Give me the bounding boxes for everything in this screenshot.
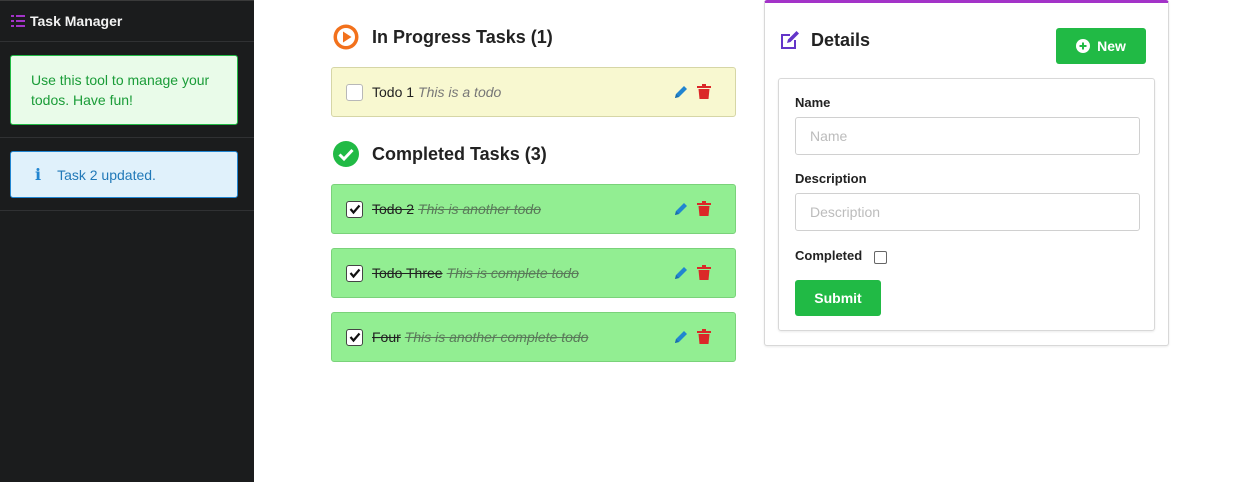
check-circle-icon	[333, 141, 359, 167]
new-button[interactable]: New	[1056, 28, 1146, 64]
notification-section: i Task 2 updated.	[0, 138, 254, 211]
completed-heading: Completed Tasks (3)	[333, 141, 547, 167]
name-input[interactable]	[795, 117, 1140, 155]
new-button-label: New	[1097, 38, 1126, 54]
completed-label: Completed	[795, 248, 863, 263]
task-checkbox-checked[interactable]	[346, 200, 363, 218]
trash-icon[interactable]	[697, 84, 711, 99]
welcome-message: Use this tool to manage your todos. Have…	[10, 55, 238, 125]
task-name: Todo 2	[372, 201, 415, 217]
task-checkbox-checked[interactable]	[346, 264, 363, 282]
notification-message: i Task 2 updated.	[10, 151, 238, 198]
details-title: Details	[811, 29, 871, 50]
info-icon: i	[35, 165, 42, 184]
task-description: This is another todo	[418, 201, 542, 217]
pencil-icon[interactable]	[674, 329, 688, 344]
description-label: Description	[795, 171, 867, 186]
task-form: Name Description Completed Submit	[778, 78, 1155, 331]
pencil-icon[interactable]	[674, 201, 688, 216]
trash-icon[interactable]	[697, 201, 711, 216]
checkmark-icon	[349, 332, 360, 343]
app-title: Task Manager	[30, 13, 123, 29]
in-progress-heading: In Progress Tasks (1)	[333, 24, 553, 50]
task-checkbox-checked[interactable]	[346, 328, 363, 346]
task-description: This is a todo	[418, 84, 502, 100]
trash-icon[interactable]	[697, 329, 711, 344]
task-list-icon	[11, 15, 25, 27]
task-description: This is another complete todo	[404, 329, 589, 345]
completed-title: Completed Tasks (3)	[372, 143, 547, 164]
welcome-section: Use this tool to manage your todos. Have…	[0, 42, 254, 138]
task-item[interactable]: Four This is another complete todo	[331, 312, 736, 362]
task-item[interactable]: Todo 2 This is another todo	[331, 184, 736, 234]
play-circle-icon	[333, 24, 359, 50]
checkmark-icon	[349, 268, 360, 279]
checkmark-icon	[349, 204, 360, 215]
completed-checkbox[interactable]	[874, 251, 887, 264]
notification-text: Task 2 updated.	[57, 166, 156, 183]
task-name: Four	[372, 329, 401, 345]
in-progress-title: In Progress Tasks (1)	[372, 26, 553, 47]
edit-icon	[781, 31, 799, 49]
name-label: Name	[795, 95, 831, 110]
task-name: Todo 1	[372, 84, 415, 100]
details-heading: Details	[779, 29, 870, 51]
submit-button[interactable]: Submit	[795, 280, 881, 316]
sidebar: Task Manager Use this tool to manage you…	[0, 0, 254, 482]
task-item[interactable]: Todo Three This is complete todo	[331, 248, 736, 298]
task-description: This is complete todo	[446, 265, 579, 281]
task-name: Todo Three	[372, 265, 443, 281]
plus-circle-icon	[1076, 39, 1091, 53]
task-item[interactable]: Todo 1 This is a todo	[331, 67, 736, 117]
description-input[interactable]	[795, 193, 1140, 231]
pencil-icon[interactable]	[674, 84, 688, 99]
task-checkbox[interactable]	[346, 83, 363, 101]
details-panel: Details New Name Description Completed S…	[764, 0, 1169, 346]
pencil-icon[interactable]	[674, 265, 688, 280]
trash-icon[interactable]	[697, 265, 711, 280]
sidebar-header: Task Manager	[0, 1, 254, 42]
